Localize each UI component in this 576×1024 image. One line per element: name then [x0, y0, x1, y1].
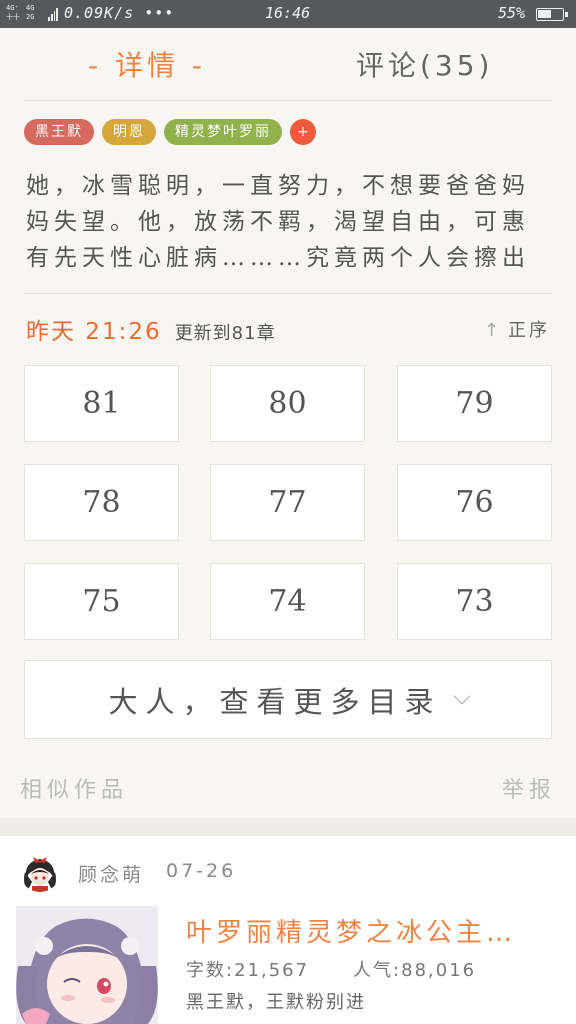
update-info: 昨天 21:26 更新到81章 ↑ 正序 [26, 312, 552, 345]
network-indicator-1: 4G⁺ 十十 [6, 4, 20, 22]
chapter-button[interactable]: 76 [397, 464, 552, 541]
update-text: 更新到81章 [174, 323, 276, 344]
chapter-button[interactable]: 77 [210, 464, 365, 541]
update-time: 昨天 21:26 [26, 319, 162, 345]
battery-percent: 55% [498, 4, 526, 22]
tab-comments[interactable]: 评论(35) [356, 44, 493, 84]
more-catalog-label: 大人，查看更多目录 [108, 684, 442, 719]
network2-sub-label: 2G [26, 13, 35, 21]
tag-list: 黑王默 明恩 精灵梦叶罗丽 + [24, 119, 316, 145]
network2-type-label: 4G [26, 4, 35, 12]
network-speed: 0.09K/s ••• [64, 4, 175, 22]
battery-icon [536, 8, 568, 21]
signal-bars-icon [48, 7, 58, 21]
chapter-button[interactable]: 75 [24, 563, 179, 640]
network-indicator-2: 4G 2G [26, 4, 34, 22]
author-avatar[interactable] [20, 852, 60, 892]
similar-section-header: 相似作品 举报 [20, 772, 556, 804]
post-date: 07-26 [166, 860, 237, 882]
detail-tabs: - 详情 - 评论(35) [0, 28, 576, 100]
more-catalog-button[interactable]: 大人，查看更多目录 [24, 660, 552, 739]
chevron-down-icon [453, 687, 470, 704]
chapter-button[interactable]: 79 [397, 365, 552, 442]
chapter-button[interactable]: 78 [24, 464, 179, 541]
report-button[interactable]: 举报 [502, 772, 556, 804]
synopsis-line: 有先天性心脏病………究竟两个人会擦出 [26, 245, 530, 271]
sort-order-label: 正序 [508, 320, 550, 341]
section-divider [0, 818, 576, 836]
tag-chip[interactable]: 精灵梦叶罗丽 [164, 119, 282, 145]
tag-chip[interactable]: 明恩 [102, 119, 156, 145]
synopsis-line: 她，冰雪聪明，一直努力，不想要爸爸妈 [26, 173, 530, 199]
add-tag-button[interactable]: + [290, 119, 316, 145]
similar-book-tags: 黑王默，王默粉别进 [186, 992, 366, 1013]
status-bar: 4G⁺ 十十 4G 2G 0.09K/s ••• 16:46 55% [0, 0, 576, 28]
synopsis-line: 妈失望。他，放荡不羁，渴望自由，可惠 [26, 209, 530, 235]
book-stats: 字数:21,567 人气:88,016 [186, 956, 476, 982]
clock: 16:46 [265, 4, 311, 22]
tabs-divider [24, 100, 552, 101]
more-notifications-icon: ••• [144, 4, 175, 22]
synopsis-divider [24, 293, 552, 294]
similar-book-card[interactable]: 顾念萌 07-26 叶罗丽精灵梦之冰公主… 字数:21,567 人气:88,016… [0, 836, 576, 1024]
arrow-up-icon: ↑ [484, 320, 503, 341]
author-name: 顾念萌 [78, 864, 145, 886]
popularity: 人气:88,016 [353, 960, 477, 981]
chapter-button[interactable]: 73 [397, 563, 552, 640]
similar-book-title[interactable]: 叶罗丽精灵梦之冰公主… [186, 912, 556, 949]
word-count: 字数:21,567 [186, 960, 310, 981]
book-cover[interactable] [16, 906, 158, 1024]
sort-order-button[interactable]: ↑ 正序 [484, 316, 550, 342]
chapter-button[interactable]: 80 [210, 365, 365, 442]
network-type-label: 4G⁺ [6, 4, 19, 12]
tab-detail[interactable]: - 详情 - [88, 44, 206, 84]
synopsis[interactable]: 她，冰雪聪明，一直努力，不想要爸爸妈 妈失望。他，放荡不羁，渴望自由，可惠 有先… [26, 168, 552, 280]
chapter-button[interactable]: 81 [24, 365, 179, 442]
tag-chip[interactable]: 黑王默 [24, 119, 94, 145]
network-sub-label: 十十 [6, 13, 20, 21]
chapter-button[interactable]: 74 [210, 563, 365, 640]
similar-section-title: 相似作品 [20, 778, 129, 803]
